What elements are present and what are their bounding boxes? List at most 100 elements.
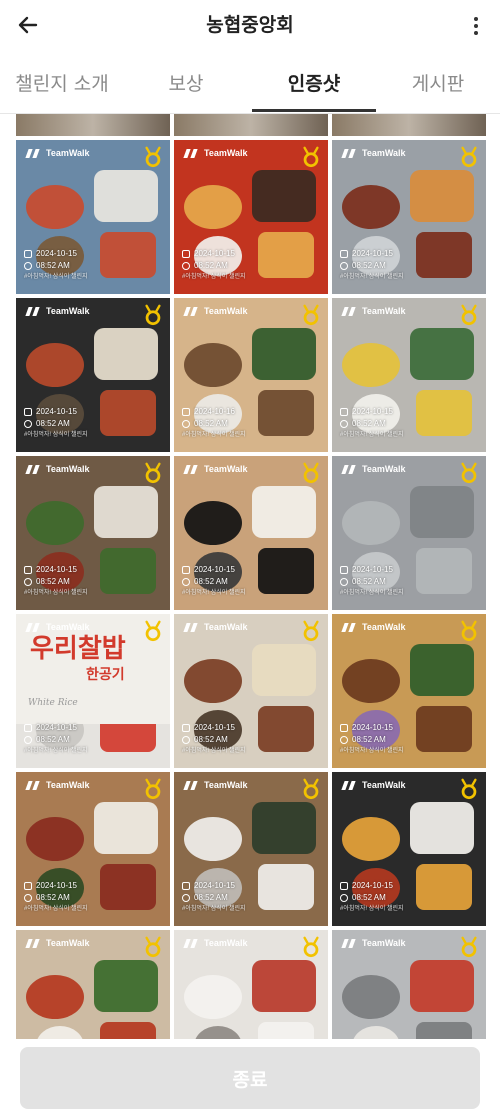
photo-thumbnail[interactable]: TeamWalk 2024-10-15 08:52 AM #아침먹자! 삼식이 챌린지 bbox=[16, 772, 170, 926]
app-header: 농협중앙회 bbox=[0, 0, 500, 50]
clock-icon bbox=[24, 894, 32, 902]
clock-icon bbox=[24, 262, 32, 270]
photo-thumbnail-partial[interactable] bbox=[174, 114, 328, 136]
photo-meta: 2024-10-15 08:52 AM #아침먹자! 삼식이 챌린지 bbox=[24, 406, 88, 440]
photo-time-row: 08:52 AM bbox=[24, 260, 88, 272]
photo-tag: #아침먹자! 삼식이 챌린지 bbox=[182, 432, 246, 438]
photo-time: 08:52 AM bbox=[194, 419, 228, 428]
photo-date-row: 2024-10-15 bbox=[24, 722, 88, 734]
photo-thumbnail[interactable]: TeamWalk 2024-10-15 08:52 AM #아침먹자! 삼식이 챌린지 bbox=[16, 140, 170, 294]
photo-meta: 2024-10-15 08:52 AM #아침먹자! 삼식이 챌린지 bbox=[24, 880, 88, 914]
clock-icon bbox=[340, 894, 348, 902]
tab-challenge-intro[interactable]: 챌린지 소개 bbox=[0, 52, 124, 112]
photo-time-row: 08:52 AM bbox=[24, 576, 88, 588]
calendar-icon bbox=[182, 882, 190, 890]
calendar-icon bbox=[182, 250, 190, 258]
photo-thumbnail[interactable]: TeamWalk 2024-10-15 08:52 AM #아침먹자! 삼식이 챌린지 bbox=[16, 456, 170, 610]
photo-time-row: 08:52 AM bbox=[24, 734, 88, 746]
photo-date: 2024-10-15 bbox=[36, 249, 77, 258]
more-menu-button[interactable] bbox=[466, 12, 486, 40]
photo-time-row: 08:52 AM bbox=[182, 892, 246, 904]
photo-thumbnail[interactable]: TeamWalk 2024-10-15 08:52 AM #아침먹자! 삼식이 챌린지 bbox=[332, 140, 486, 294]
photo-thumbnail[interactable]: TeamWalk 2024-10-15 08:52 AM #아침먹자! 삼식이 챌린지 bbox=[174, 614, 328, 768]
photo-thumbnail[interactable]: TeamWalk bbox=[16, 930, 170, 1039]
medal-badge-icon bbox=[303, 778, 319, 800]
food-dish bbox=[258, 548, 314, 594]
photo-thumbnail[interactable]: TeamWalk 2024-10-16 08:52 AM #아침먹자! 삼식이 챌린지 bbox=[174, 298, 328, 452]
photo-thumbnail[interactable]: TeamWalk 2024-10-15 08:52 AM #아침먹자! 삼식이 챌린지 bbox=[332, 614, 486, 768]
photo-time-row: 08:52 AM bbox=[182, 418, 246, 430]
food-dish bbox=[100, 548, 156, 594]
teamwalk-brand-text: TeamWalk bbox=[362, 148, 406, 158]
teamwalk-brand-text: TeamWalk bbox=[204, 148, 248, 158]
calendar-icon bbox=[340, 882, 348, 890]
medal-badge-icon bbox=[145, 146, 161, 168]
medal-badge-icon bbox=[303, 462, 319, 484]
photo-thumbnail-partial[interactable] bbox=[16, 114, 170, 136]
photo-thumbnail[interactable]: 우리찰밥 한공기 White Rice TeamWalk 2024-10-15 08:52… bbox=[16, 614, 170, 768]
photo-tag: #아침먹자! 삼식이 챌린지 bbox=[24, 274, 88, 280]
photo-date-row: 2024-10-15 bbox=[182, 564, 246, 576]
teamwalk-brand-text: TeamWalk bbox=[362, 938, 406, 948]
clock-icon bbox=[182, 736, 190, 744]
active-tab-indicator bbox=[252, 109, 376, 112]
calendar-icon bbox=[24, 882, 32, 890]
photo-thumbnail[interactable]: TeamWalk 2024-10-15 08:52 AM #아침먹자! 삼식이 챌린지 bbox=[174, 140, 328, 294]
photo-thumbnail[interactable]: TeamWalk 2024-10-15 08:52 AM #아침먹자! 삼식이 챌린지 bbox=[332, 298, 486, 452]
teamwalk-logo-icon bbox=[24, 307, 42, 316]
photo-thumbnail[interactable]: TeamWalk 2024-10-15 08:52 AM #아침먹자! 삼식이 챌린지 bbox=[332, 772, 486, 926]
photo-time: 08:52 AM bbox=[36, 735, 70, 744]
photo-date: 2024-10-15 bbox=[352, 249, 393, 258]
photo-date: 2024-10-15 bbox=[352, 407, 393, 416]
photo-thumbnail[interactable]: TeamWalk bbox=[174, 930, 328, 1039]
photo-meta: 2024-10-15 08:52 AM #아침먹자! 삼식이 챌린지 bbox=[340, 880, 404, 914]
medal-badge-icon bbox=[461, 936, 477, 958]
tab-rewards[interactable]: 보상 bbox=[124, 52, 248, 112]
food-dish bbox=[26, 501, 84, 545]
photo-thumbnail[interactable]: TeamWalk 2024-10-15 08:52 AM #아침먹자! 삼식이 챌린지 bbox=[174, 772, 328, 926]
photo-meta: 2024-10-15 08:52 AM #아침먹자! 삼식이 챌린지 bbox=[340, 248, 404, 282]
photo-thumbnail[interactable]: TeamWalk 2024-10-15 08:52 AM #아침먹자! 삼식이 챌린지 bbox=[16, 298, 170, 452]
teamwalk-logo-icon bbox=[182, 465, 200, 474]
photo-grid[interactable]: TeamWalk 2024-10-15 08:52 AM #아침먹자! 삼식이 챌린지… bbox=[0, 114, 500, 1039]
medal-badge-icon bbox=[303, 936, 319, 958]
food-dish bbox=[100, 864, 156, 910]
photo-date-row: 2024-10-15 bbox=[340, 880, 404, 892]
teamwalk-brand-text: TeamWalk bbox=[46, 938, 90, 948]
food-dish bbox=[258, 864, 314, 910]
rice-package-sublabel: 한공기 bbox=[86, 667, 125, 683]
teamwalk-watermark: TeamWalk bbox=[24, 464, 90, 474]
teamwalk-logo-icon bbox=[182, 307, 200, 316]
photo-thumbnail[interactable]: TeamWalk bbox=[332, 930, 486, 1039]
teamwalk-watermark: TeamWalk bbox=[340, 938, 406, 948]
medal-badge-icon bbox=[461, 146, 477, 168]
photo-date-row: 2024-10-15 bbox=[24, 248, 88, 260]
photo-thumbnail-partial[interactable] bbox=[332, 114, 486, 136]
photo-date: 2024-10-15 bbox=[194, 881, 235, 890]
photo-time-row: 08:52 AM bbox=[182, 576, 246, 588]
exit-button[interactable]: 종료 bbox=[20, 1047, 480, 1109]
photo-meta: 2024-10-15 08:52 AM #아침먹자! 삼식이 챌린지 bbox=[24, 722, 88, 756]
photo-tag: #아침먹자! 삼식이 챌린지 bbox=[340, 590, 404, 596]
food-dish bbox=[94, 328, 158, 380]
teamwalk-watermark: TeamWalk bbox=[24, 938, 90, 948]
food-dish bbox=[94, 170, 158, 222]
photo-meta: 2024-10-15 08:52 AM #아침먹자! 삼식이 챌린지 bbox=[24, 564, 88, 598]
calendar-icon bbox=[24, 724, 32, 732]
teamwalk-watermark: TeamWalk bbox=[182, 622, 248, 632]
food-dish bbox=[94, 486, 158, 538]
food-dish bbox=[410, 802, 474, 854]
food-dish bbox=[194, 1026, 242, 1039]
tab-board[interactable]: 게시판 bbox=[376, 52, 500, 112]
teamwalk-logo-icon bbox=[24, 623, 42, 632]
food-dish bbox=[184, 817, 242, 861]
teamwalk-watermark: TeamWalk bbox=[24, 622, 90, 632]
photo-thumbnail[interactable]: TeamWalk 2024-10-15 08:52 AM #아침먹자! 삼식이 챌린지 bbox=[174, 456, 328, 610]
photo-date-row: 2024-10-15 bbox=[24, 564, 88, 576]
photo-time-row: 08:52 AM bbox=[24, 892, 88, 904]
food-dish bbox=[252, 960, 316, 1012]
teamwalk-brand-text: TeamWalk bbox=[362, 780, 406, 790]
photo-thumbnail[interactable]: TeamWalk 2024-10-15 08:52 AM #아침먹자! 삼식이 챌린지 bbox=[332, 456, 486, 610]
photo-time: 08:52 AM bbox=[36, 261, 70, 270]
tab-proof-shots[interactable]: 인증샷 bbox=[252, 52, 376, 112]
